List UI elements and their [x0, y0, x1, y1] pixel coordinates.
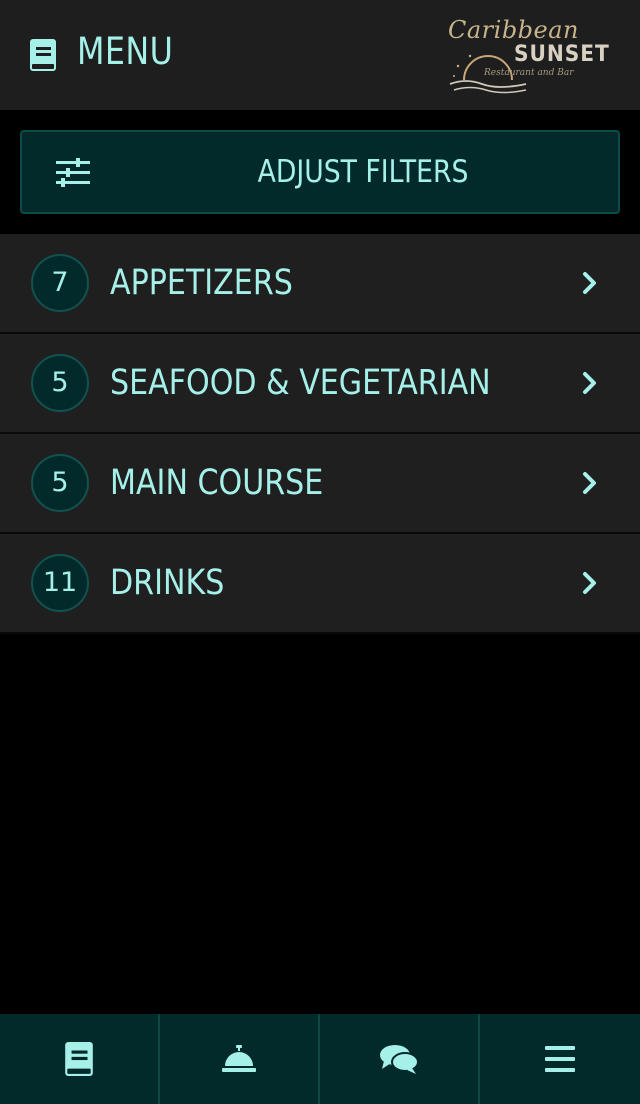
category-row-seafood-vegetarian[interactable]: 5 SEAFOOD & VEGETARIAN	[0, 334, 640, 434]
chevron-right-icon	[583, 272, 596, 294]
category-label: MAIN COURSE	[110, 463, 324, 503]
logo-tagline: Restaurant and Bar	[484, 68, 574, 78]
item-count-badge: 5	[31, 354, 89, 412]
item-count-badge: 7	[31, 254, 89, 312]
item-count-badge: 5	[31, 454, 89, 512]
category-row-appetizers[interactable]: 7 APPETIZERS	[0, 234, 640, 334]
chat-bubbles-icon	[380, 1045, 418, 1074]
category-label: DRINKS	[110, 563, 225, 603]
logo-script-text: Caribbean	[448, 16, 580, 44]
nav-service-button[interactable]	[160, 1014, 320, 1104]
book-icon	[30, 39, 56, 71]
logo-sunset-text: SUNSET	[514, 42, 610, 67]
page-title: MENU	[77, 30, 174, 73]
app-header: MENU Caribbean SUNSET Restaurant and Bar	[0, 0, 640, 110]
hamburger-icon	[545, 1046, 575, 1072]
item-count-badge: 11	[31, 554, 89, 612]
adjust-filters-label: ADJUST FILTERS	[257, 154, 469, 190]
category-label: SEAFOOD & VEGETARIAN	[110, 363, 491, 403]
nav-chat-button[interactable]	[320, 1014, 480, 1104]
category-label: APPETIZERS	[110, 263, 293, 303]
service-bell-icon	[222, 1045, 256, 1072]
restaurant-logo: Caribbean SUNSET Restaurant and Bar	[446, 16, 616, 94]
chevron-right-icon	[583, 372, 596, 394]
chevron-right-icon	[583, 572, 596, 594]
bottom-navigation	[0, 1014, 640, 1104]
book-icon	[65, 1042, 93, 1076]
filter-bar: ADJUST FILTERS	[0, 110, 640, 234]
adjust-filters-button[interactable]: ADJUST FILTERS	[20, 130, 620, 214]
nav-menu-button[interactable]	[0, 1014, 160, 1104]
category-row-main-course[interactable]: 5 MAIN COURSE	[0, 434, 640, 534]
chevron-right-icon	[583, 472, 596, 494]
category-list: 7 APPETIZERS 5 SEAFOOD & VEGETARIAN 5 MA…	[0, 234, 640, 634]
nav-more-button[interactable]	[480, 1014, 640, 1104]
category-row-drinks[interactable]: 11 DRINKS	[0, 534, 640, 634]
